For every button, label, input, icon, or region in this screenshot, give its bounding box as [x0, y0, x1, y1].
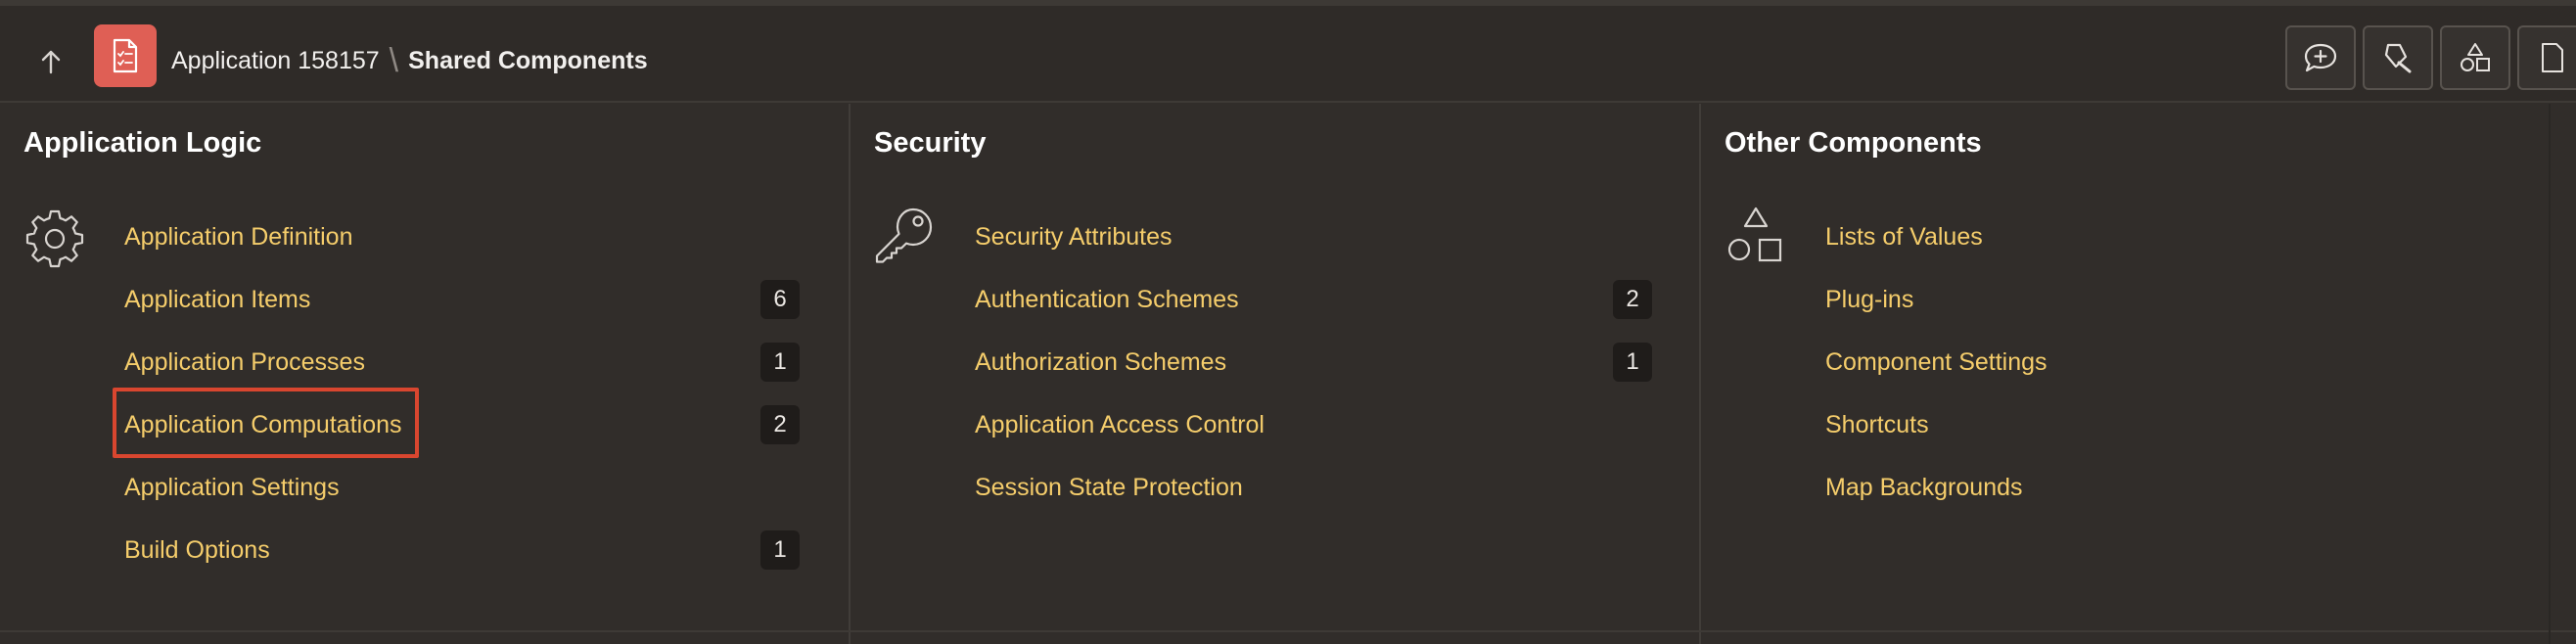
application-icon[interactable]: [94, 24, 157, 87]
gear-icon: [25, 209, 84, 268]
other-components-title: Other Components: [1725, 127, 1982, 159]
application-computations-link[interactable]: Application Computations: [124, 411, 402, 439]
other-components-column: Other Components Lists of Values Plug-in…: [1701, 104, 2549, 644]
page-button[interactable]: [2517, 25, 2576, 90]
security-attributes-link[interactable]: Security Attributes: [975, 223, 1172, 252]
count-badge-application-items: 6: [760, 280, 800, 319]
flashlight-icon: [2384, 43, 2412, 73]
application-settings-link[interactable]: Application Settings: [124, 474, 340, 502]
link-row-plug-ins: Plug-ins: [1825, 280, 1913, 319]
breadcrumb-application-link[interactable]: Application 158157: [171, 47, 380, 75]
navigate-up-button[interactable]: [27, 39, 74, 84]
shapes-icon: [2461, 43, 2490, 71]
breadcrumb-separator: \: [389, 41, 399, 79]
link-row-map-backgrounds: Map Backgrounds: [1825, 468, 2023, 507]
link-row-shortcuts: Shortcuts: [1825, 405, 1929, 444]
security-column: Security Security Attributes Authenticat…: [851, 104, 1699, 644]
key-icon: [875, 207, 933, 263]
link-row-application-settings: Application Settings: [124, 468, 340, 507]
page-icon: [2542, 43, 2563, 72]
link-row-component-settings: Component Settings: [1825, 343, 2047, 382]
section-bottom-divider: [0, 630, 2576, 632]
build-options-link[interactable]: Build Options: [124, 536, 270, 565]
add-comment-button[interactable]: [2285, 25, 2356, 90]
session-state-protection-link[interactable]: Session State Protection: [975, 474, 1243, 502]
shapes-icon: [1727, 207, 1782, 262]
link-row-application-items: Application Items: [124, 280, 310, 319]
create-component-button[interactable]: [2440, 25, 2510, 90]
breadcrumb: Application 158157 \ Shared Components: [171, 41, 648, 80]
map-backgrounds-link[interactable]: Map Backgrounds: [1825, 474, 2023, 502]
plug-ins-link[interactable]: Plug-ins: [1825, 286, 1913, 314]
application-processes-link[interactable]: Application Processes: [124, 348, 365, 377]
authentication-schemes-link[interactable]: Authentication Schemes: [975, 286, 1239, 314]
column-edge: [2549, 104, 2551, 644]
component-settings-link[interactable]: Component Settings: [1825, 348, 2047, 377]
authorization-schemes-link[interactable]: Authorization Schemes: [975, 348, 1226, 377]
security-title: Security: [874, 127, 987, 159]
shortcuts-link[interactable]: Shortcuts: [1825, 411, 1929, 439]
quick-find-button[interactable]: [2363, 25, 2433, 90]
count-badge-build-options: 1: [760, 530, 800, 570]
comment-plus-icon: [2304, 43, 2337, 72]
link-row-security-attributes: Security Attributes: [975, 217, 1172, 256]
application-access-control-link[interactable]: Application Access Control: [975, 411, 1265, 439]
count-badge-authorization-schemes: 1: [1613, 343, 1652, 382]
link-row-authorization-schemes: Authorization Schemes: [975, 343, 1226, 382]
application-items-link[interactable]: Application Items: [124, 286, 310, 314]
link-row-application-processes: Application Processes: [124, 343, 365, 382]
count-badge-application-computations: 2: [760, 405, 800, 444]
shared-components-columns: Application Logic Application Definition…: [0, 104, 2576, 644]
link-row-lists-of-values: Lists of Values: [1825, 217, 1983, 256]
lists-of-values-link[interactable]: Lists of Values: [1825, 223, 1983, 252]
application-logic-column: Application Logic Application Definition…: [0, 104, 849, 644]
link-row-authentication-schemes: Authentication Schemes: [975, 280, 1239, 319]
application-logic-title: Application Logic: [23, 127, 262, 159]
count-badge-application-processes: 1: [760, 343, 800, 382]
link-row-session-state-protection: Session State Protection: [975, 468, 1243, 507]
link-row-build-options: Build Options: [124, 530, 270, 570]
arrow-up-icon: [41, 50, 61, 74]
count-badge-authentication-schemes: 2: [1613, 280, 1652, 319]
page-title: Shared Components: [408, 46, 648, 74]
link-row-application-definition: Application Definition: [124, 217, 352, 256]
link-row-application-access-control: Application Access Control: [975, 405, 1265, 444]
application-definition-link[interactable]: Application Definition: [124, 223, 352, 252]
link-row-application-computations: Application Computations: [124, 405, 402, 444]
document-checklist-icon: [113, 38, 138, 73]
page-header: Application 158157 \ Shared Components: [0, 6, 2576, 103]
